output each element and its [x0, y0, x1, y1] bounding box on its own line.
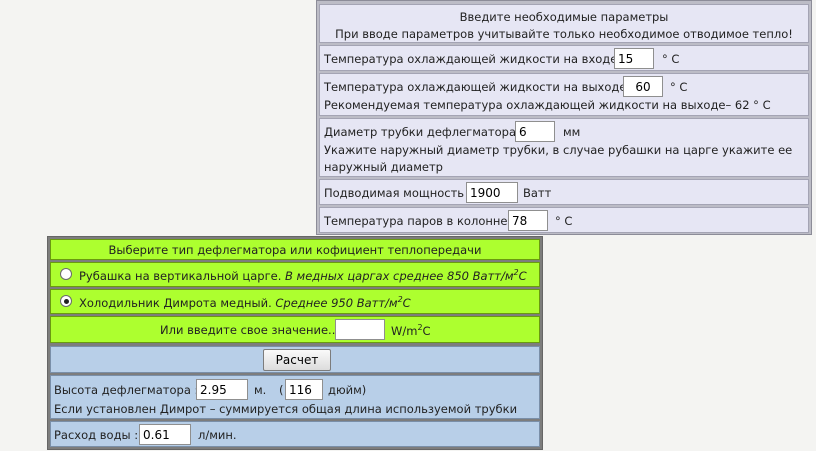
vapor-temp-unit: ° C — [555, 214, 573, 228]
power-input[interactable] — [466, 182, 518, 203]
flow-output[interactable] — [139, 424, 191, 445]
option-jacket-label: Рубашка на вертикальной царге. — [79, 268, 282, 283]
option-dimroth-radio[interactable] — [60, 295, 72, 307]
parameters-header: Введите необходимые параметры При вводе … — [319, 4, 809, 43]
height-in-output[interactable] — [285, 379, 323, 400]
option-jacket-row[interactable]: Рубашка на вертикальной царге. В медных … — [50, 262, 540, 287]
tube-diameter-unit: мм — [563, 125, 581, 139]
custom-coefficient-label: Или введите свое значение.. — [160, 323, 336, 337]
dimroth-note: Если установлен Димрот – суммируется общ… — [54, 402, 518, 416]
tube-diameter-row: Диаметр трубки дефлегматора мм Укажите н… — [319, 118, 809, 177]
outlet-temp-unit: ° C — [670, 80, 688, 94]
inlet-temp-input[interactable] — [614, 48, 654, 69]
calc-button[interactable]: Расчет — [263, 349, 331, 371]
vapor-temp-label: Температура паров в колонне — [324, 214, 508, 228]
power-row: Подводимая мощность Ватт — [319, 179, 809, 205]
option-jacket-radio[interactable] — [60, 268, 72, 280]
tube-diameter-hint-line2: наружный диаметр — [324, 160, 443, 174]
inlet-temp-unit: ° C — [662, 52, 680, 66]
outlet-temp-hint: Рекомендуемая температура охлаждающей жи… — [324, 98, 771, 112]
tube-diameter-hint-line1: Укажите наружный диаметр трубки, в случа… — [324, 143, 793, 157]
outlet-temp-label: Температура охлаждающей жидкости на выхо… — [324, 80, 627, 94]
outlet-temp-row: Температура охлаждающей жидкости на выхо… — [319, 73, 809, 116]
parameters-panel: Введите необходимые параметры При вводе … — [316, 0, 812, 235]
vapor-temp-row: Температура паров в колонне ° C — [319, 207, 809, 233]
flow-label: Расход воды : — [54, 428, 139, 442]
height-result-row: Высота дефлегматора : м. ( дюйм) Если ус… — [50, 375, 540, 419]
option-jacket-note: В медных царгах среднее 850 Ватт/м2C — [285, 268, 527, 283]
option-dimroth-note: Среднее 950 Ватт/м2C — [275, 295, 411, 310]
parameters-title: Введите необходимые параметры — [459, 10, 669, 24]
inlet-temp-row: Температура охлаждающей жидкости на вход… — [319, 45, 809, 71]
option-dimroth-row[interactable]: Холодильник Димрота медный. Среднее 950 … — [50, 289, 540, 314]
flow-result-row: Расход воды : л/мин. — [50, 421, 540, 447]
height-label: Высота дефлегматора : — [54, 383, 199, 397]
deflegmator-title: Выберите тип дефлегматора или кофициент … — [108, 243, 482, 257]
height-m-output[interactable] — [196, 379, 248, 400]
custom-coefficient-input[interactable] — [335, 319, 385, 340]
vapor-temp-input[interactable] — [508, 210, 548, 231]
tube-diameter-input[interactable] — [515, 121, 555, 142]
outlet-temp-input[interactable] — [623, 76, 663, 97]
power-label: Подводимая мощность — [324, 186, 465, 200]
inlet-temp-label: Температура охлаждающей жидкости на вход… — [324, 52, 618, 66]
deflegmator-panel: Выберите тип дефлегматора или кофициент … — [47, 236, 543, 450]
flow-unit: л/мин. — [198, 428, 237, 442]
height-m-unit: м. — [254, 383, 267, 397]
custom-coefficient-unit: W/m2C — [391, 323, 431, 338]
parameters-subtitle: При вводе параметров учитывайте только н… — [335, 27, 793, 41]
custom-coefficient-row: Или введите свое значение.. W/m2C — [50, 316, 540, 343]
tube-diameter-label: Диаметр трубки дефлегматора — [324, 125, 517, 139]
deflegmator-header: Выберите тип дефлегматора или кофициент … — [50, 239, 540, 260]
option-dimroth-label: Холодильник Димрота медный. — [79, 295, 272, 310]
height-in-unit: дюйм) — [328, 383, 367, 397]
open-paren: ( — [279, 383, 284, 397]
calc-row: Расчет — [50, 346, 540, 373]
power-unit: Ватт — [523, 186, 552, 200]
